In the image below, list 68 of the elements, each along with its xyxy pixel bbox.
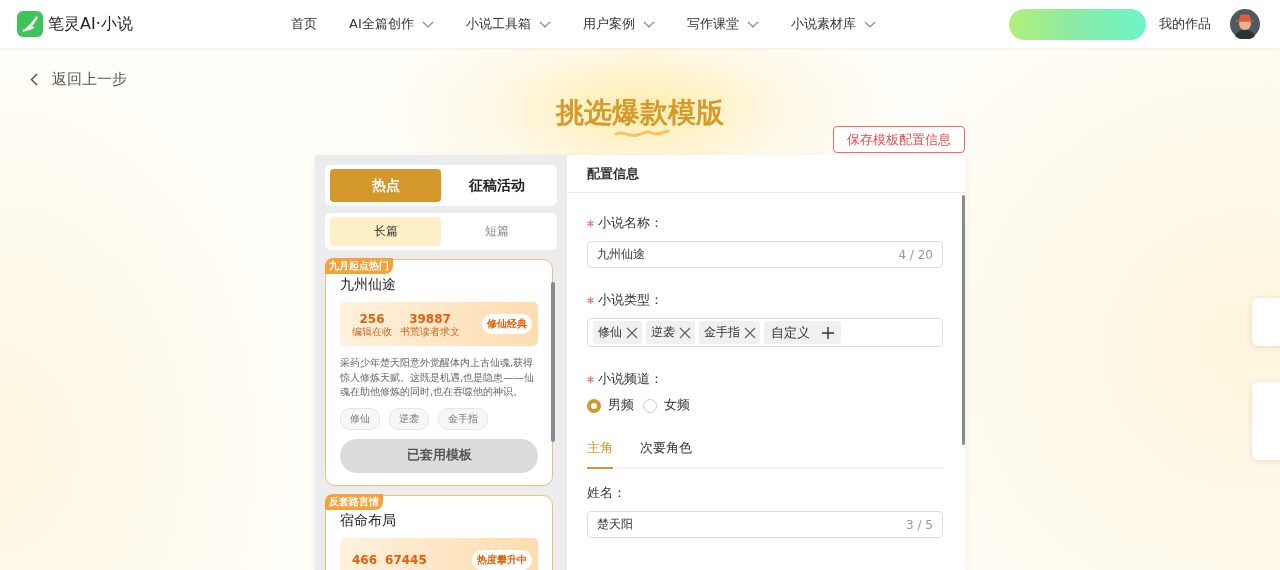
chevron-left-icon xyxy=(30,73,38,86)
field-label: 姓名： xyxy=(587,485,626,502)
type-tag[interactable]: 金手指 xyxy=(699,321,760,344)
length-tab[interactable]: 短篇 xyxy=(441,217,552,246)
chevron-down-icon xyxy=(421,20,434,28)
save-config-button[interactable]: 保存模板配置信息 xyxy=(833,126,965,153)
swoosh-underline-icon xyxy=(614,128,670,138)
field-label: 小说名称： xyxy=(598,215,663,232)
logo-text[interactable]: 笔灵AI·小说 xyxy=(48,13,133,35)
category-tab[interactable]: 征稿活动 xyxy=(441,169,552,202)
stat-value: 67445 xyxy=(385,552,427,567)
char-counter: 4 / 20 xyxy=(898,247,933,262)
stat-label: 书荒读者求文 xyxy=(400,325,460,337)
radio-option[interactable]: 女频 xyxy=(643,397,690,414)
card-tag: 金手指 xyxy=(438,407,488,430)
nav-item[interactable]: 用户案例 xyxy=(582,15,655,33)
stat-label: 编辑在收 xyxy=(352,325,392,337)
radio-option[interactable]: 男频 xyxy=(587,397,634,414)
nav-item[interactable]: AI全篇创作 xyxy=(349,15,434,33)
chevron-down-icon xyxy=(746,20,759,28)
close-icon[interactable] xyxy=(744,326,756,339)
chevron-down-icon xyxy=(863,20,876,28)
nav-item[interactable]: 小说素材库 xyxy=(790,15,876,33)
char-counter: 3 / 5 xyxy=(906,517,933,532)
scrollbar[interactable] xyxy=(551,282,555,442)
panel-title: 配置信息 xyxy=(587,164,639,183)
input-field[interactable]: 楚天阳 3 / 5 xyxy=(587,511,943,538)
radio-button[interactable] xyxy=(587,398,601,413)
close-icon[interactable] xyxy=(626,326,638,339)
card-description: 采药少年楚天阳意外觉醒体内上古仙魂,获得惊人修炼天赋。这既是机遇,也是隐患——仙魂在助他修炼的同时,也在吞噬他的神识。 xyxy=(340,355,535,399)
role-tab[interactable]: 次要角色 xyxy=(640,440,692,469)
type-tag[interactable]: 修仙 xyxy=(593,321,642,344)
stat-value: 39887 xyxy=(409,311,451,326)
card-badge: 九月起点热门 xyxy=(325,258,393,274)
plus-icon xyxy=(822,326,834,339)
card-title: 九州仙途 xyxy=(340,276,397,294)
logo-icon[interactable] xyxy=(17,11,43,37)
radio-button[interactable] xyxy=(643,398,657,413)
scrollbar[interactable] xyxy=(962,195,965,445)
back-link[interactable]: 返回上一步 xyxy=(30,70,127,89)
chevron-down-icon xyxy=(642,20,655,28)
chevron-down-icon xyxy=(538,20,551,28)
highlight-tag: 修仙经典 xyxy=(482,314,532,334)
page-title: 挑选爆款模版 xyxy=(556,95,724,131)
close-icon[interactable] xyxy=(679,326,691,339)
card-tag: 逆袭 xyxy=(389,407,429,430)
card-title: 宿命布局 xyxy=(340,511,397,530)
nav-item[interactable]: 写作课堂 xyxy=(686,15,759,33)
card-tag: 修仙 xyxy=(340,407,380,430)
nav-item[interactable]: 小说工具箱 xyxy=(465,15,551,33)
stat-value: 256 xyxy=(359,311,385,326)
apply-template-button[interactable]: 已套用模板 xyxy=(340,438,538,473)
template-card[interactable]: 九月起点热门 九州仙途 256 编辑在收 39887 书荒读者求文 修仙经典 采药少年楚天阳意外觉醒体内上古仙魂,获得惊人修炼天赋。这既是机遇,也是隐患——仙魂在助他修炼的同时,也在吞噬他的神识。 修仙 逆袭 金手指 已套用模板 xyxy=(325,259,553,486)
tag-input-field[interactable]: 修仙 逆袭 金手指 自定义 xyxy=(587,318,943,347)
length-tab[interactable]: 长篇 xyxy=(330,217,441,246)
stat-value: 466 xyxy=(352,552,378,567)
field-label: 小说类型： xyxy=(598,292,663,309)
promo-pill[interactable] xyxy=(1009,8,1146,40)
card-badge: 反套路言情 xyxy=(325,493,383,510)
avatar[interactable] xyxy=(1230,9,1260,39)
input-field[interactable]: 九州仙途 4 / 20 xyxy=(587,241,943,268)
my-works-link[interactable]: 我的作品 xyxy=(1159,15,1211,33)
field-label: 小说频道： xyxy=(598,371,663,388)
highlight-tag: 热度攀升中 xyxy=(472,549,532,570)
template-card[interactable]: 反套路言情 宿命布局 466 67445 热度攀升中 xyxy=(325,494,553,570)
type-tag[interactable]: 逆袭 xyxy=(646,321,695,344)
nav-item[interactable]: 首页 xyxy=(291,15,317,33)
custom-tag-button[interactable]: 自定义 xyxy=(764,321,841,344)
